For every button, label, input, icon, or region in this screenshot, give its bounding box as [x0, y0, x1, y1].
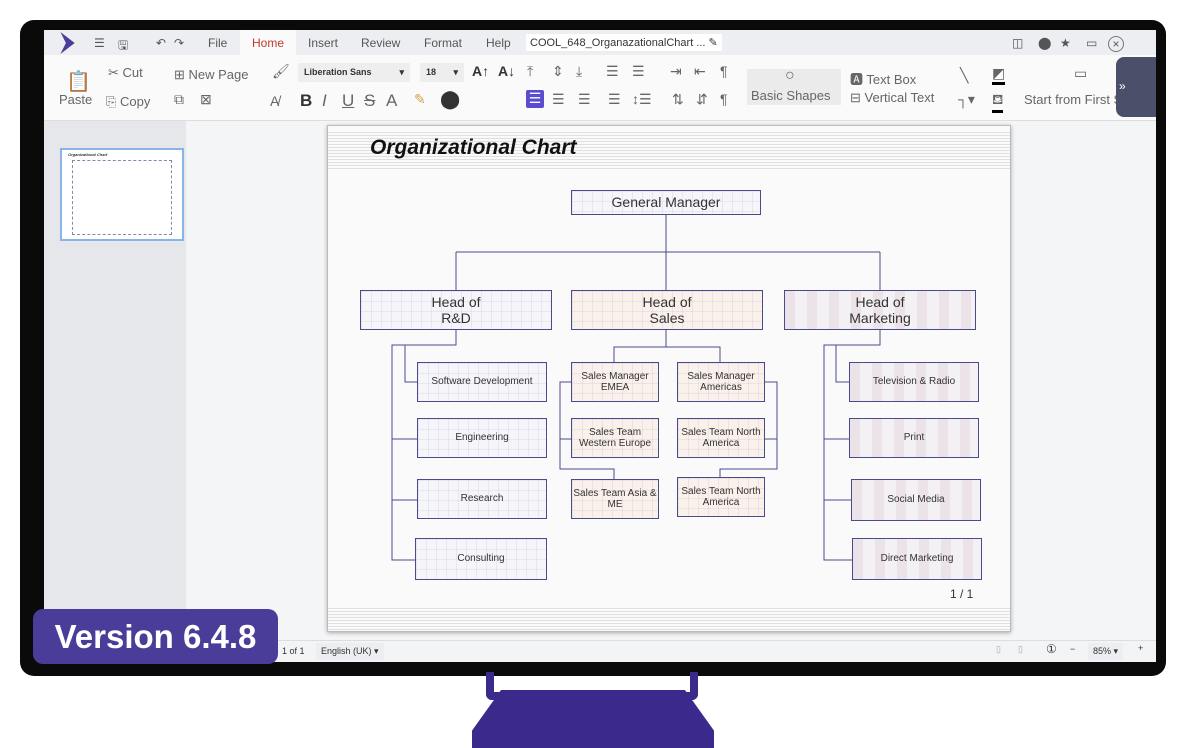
language-value: English (UK): [321, 646, 372, 656]
connector-top: [455, 215, 881, 290]
slide-count: 1 of 1: [282, 646, 305, 656]
prev-page-icon[interactable]: ▯: [996, 644, 1001, 655]
box-head-sales[interactable]: Head of Sales: [571, 290, 763, 330]
box-software-development[interactable]: Software Development: [417, 362, 547, 402]
box-general-manager[interactable]: General Manager: [571, 190, 761, 215]
connector-sales: [613, 330, 721, 362]
box-direct-marketing[interactable]: Direct Marketing: [852, 538, 982, 580]
box-head-marketing[interactable]: Head of Marketing: [784, 290, 976, 330]
box-television-radio[interactable]: Television & Radio: [849, 362, 979, 402]
language-select[interactable]: English (UK) ▾: [316, 643, 384, 660]
box-sales-team-north-america-2[interactable]: Sales Team North America: [677, 477, 765, 517]
box-sales-team-north-america[interactable]: Sales Team North America: [677, 418, 765, 458]
zoom-reset-icon[interactable]: ①: [1046, 642, 1057, 656]
next-page-icon[interactable]: ▯: [1018, 644, 1023, 655]
box-engineering[interactable]: Engineering: [417, 418, 547, 458]
box-sales-manager-emea[interactable]: Sales Manager EMEA: [571, 362, 659, 402]
box-research[interactable]: Research: [417, 479, 547, 519]
box-consulting[interactable]: Consulting: [415, 538, 547, 580]
box-sales-team-western-europe[interactable]: Sales Team Western Europe: [571, 418, 659, 458]
zoom-select[interactable]: 85% ▾: [1088, 643, 1124, 660]
box-sales-team-asia-me[interactable]: Sales Team Asia & ME: [571, 479, 659, 519]
box-sales-manager-americas[interactable]: Sales Manager Americas: [677, 362, 765, 402]
box-head-rnd[interactable]: Head of R&D: [360, 290, 552, 330]
box-print[interactable]: Print: [849, 418, 979, 458]
zoom-in-icon[interactable]: +: [1138, 643, 1143, 653]
version-badge: Version 6.4.8: [33, 609, 278, 664]
zoom-value: 85%: [1093, 646, 1112, 656]
zoom-out-icon[interactable]: −: [1070, 644, 1075, 654]
box-social-media[interactable]: Social Media: [851, 479, 981, 521]
